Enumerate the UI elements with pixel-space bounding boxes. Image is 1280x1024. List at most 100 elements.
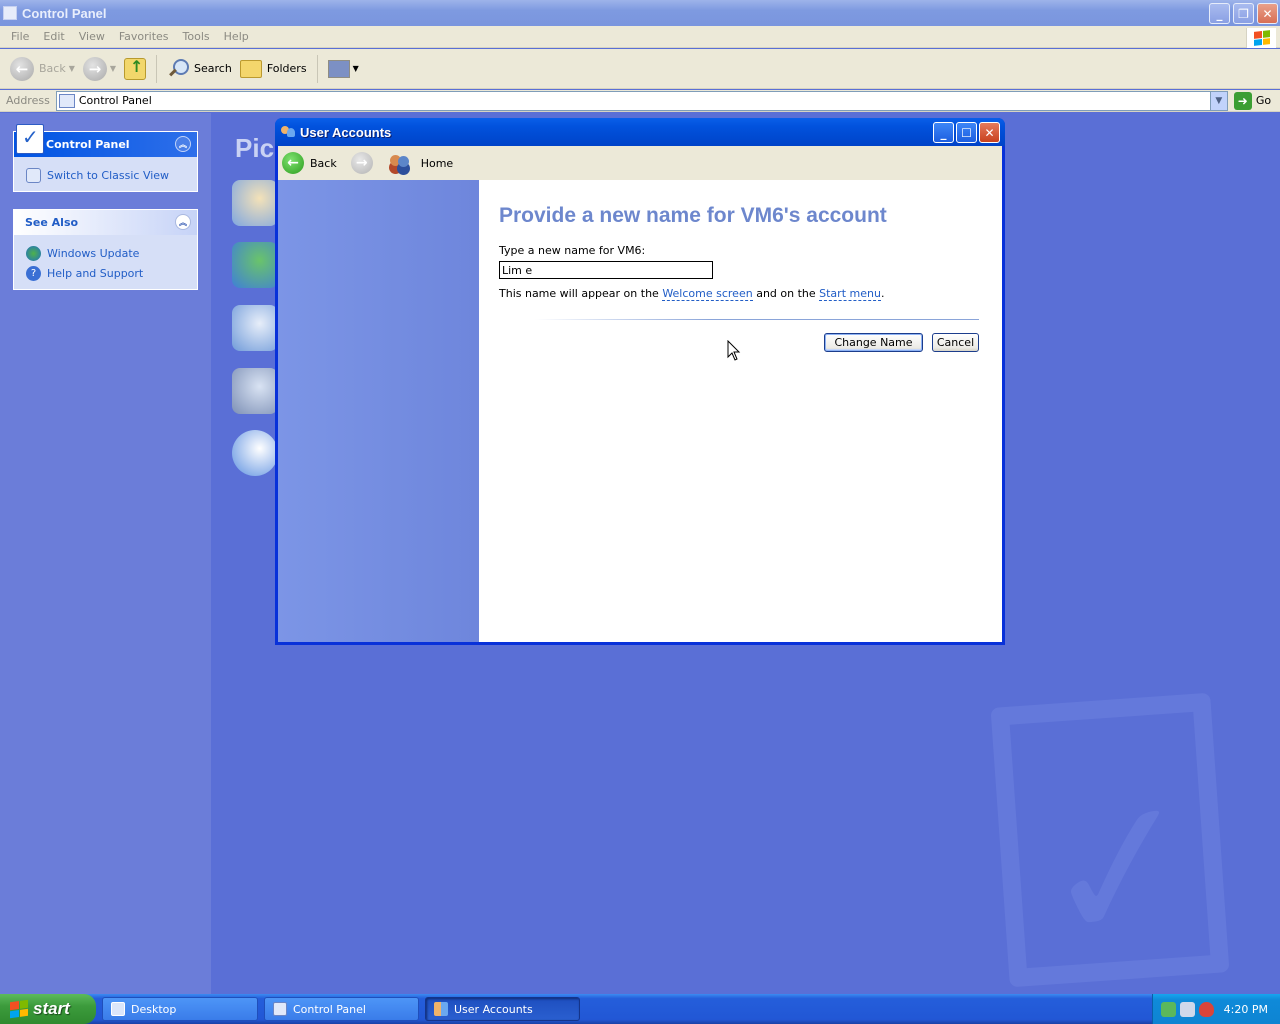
up-folder-icon xyxy=(124,57,147,80)
dialog-home-button[interactable]: Home xyxy=(389,153,453,173)
start-menu-link[interactable]: Start menu xyxy=(819,287,881,301)
dialog-close-button[interactable]: ✕ xyxy=(979,122,1000,143)
cancel-button[interactable]: Cancel xyxy=(932,333,979,352)
back-arrow-icon: ← xyxy=(10,56,34,81)
address-field[interactable]: Control Panel ▼ xyxy=(55,90,1228,111)
taskbar-item-control-panel[interactable]: Control Panel xyxy=(264,997,419,1021)
taskbar-item-label: Control Panel xyxy=(293,1002,366,1016)
windows-flag-icon xyxy=(10,999,28,1019)
collapse-chevron-icon[interactable]: ︽ xyxy=(175,214,191,230)
folders-label: Folders xyxy=(266,62,307,75)
menu-bar: File Edit View Favorites Tools Help xyxy=(0,26,1280,48)
control-panel-app-icon xyxy=(3,6,17,20)
name-hint-text: This name will appear on the Welcome scr… xyxy=(499,287,884,301)
taskbar-item-desktop[interactable]: Desktop xyxy=(102,997,258,1021)
dialog-minimize-button[interactable]: _ xyxy=(933,122,954,143)
control-panel-caption-buttons: _ ❐ ✕ xyxy=(1209,3,1278,24)
help-icon: ? xyxy=(26,265,41,281)
close-icon: ✕ xyxy=(1262,6,1273,21)
views-button[interactable]: ▼ xyxy=(324,53,363,85)
menu-favorites[interactable]: Favorites xyxy=(112,30,176,43)
folders-button[interactable]: Folders xyxy=(236,53,311,85)
address-value: Control Panel xyxy=(78,94,152,107)
programs-category-icon[interactable] xyxy=(232,305,278,351)
dialog-caption-buttons: _ ☐ ✕ xyxy=(933,122,1000,143)
users-tray-icon[interactable] xyxy=(1180,1001,1195,1017)
dialog-back-button[interactable]: ← Back xyxy=(282,152,337,174)
control-panel-title: Control Panel xyxy=(22,5,107,21)
network-tray-icon[interactable] xyxy=(1161,1001,1176,1017)
dialog-nav-bar: ← Back → Home xyxy=(278,146,1002,180)
dialog-maximize-button[interactable]: ☐ xyxy=(956,122,977,143)
dialog-forward-button[interactable]: → xyxy=(350,152,373,174)
taskbar-item-label: User Accounts xyxy=(454,1002,533,1016)
taskbar: start Desktop Control Panel User Account… xyxy=(0,994,1280,1024)
go-button[interactable]: ➜ Go xyxy=(1233,91,1271,110)
change-name-button[interactable]: Change Name xyxy=(824,333,923,352)
menu-help[interactable]: Help xyxy=(217,30,256,43)
views-dropdown-icon: ▼ xyxy=(352,64,359,73)
search-button[interactable]: Search xyxy=(163,53,236,85)
back-dropdown-icon[interactable]: ▼ xyxy=(69,64,75,73)
help-support-link[interactable]: ? Help and Support xyxy=(26,263,197,283)
menu-tools[interactable]: Tools xyxy=(176,30,217,43)
back-label: Back xyxy=(39,62,66,75)
folder-icon xyxy=(239,59,262,78)
start-label: start xyxy=(33,999,70,1018)
taskbar-item-user-accounts[interactable]: User Accounts xyxy=(425,997,580,1021)
control-panel-task-panel: Control Panel ︽ Switch to Classic View xyxy=(13,124,198,192)
go-arrow-icon: ➜ xyxy=(1233,91,1252,110)
watermark-checkmark-icon: ✓ xyxy=(1025,749,1214,992)
search-icon xyxy=(167,58,190,80)
close-button[interactable]: ✕ xyxy=(1257,3,1278,24)
menu-view[interactable]: View xyxy=(72,30,112,43)
system-tray: 4:20 PM xyxy=(1152,994,1280,1024)
menu-edit[interactable]: Edit xyxy=(36,30,71,43)
welcome-screen-link[interactable]: Welcome screen xyxy=(662,287,753,301)
restore-button[interactable]: ❐ xyxy=(1233,3,1254,24)
user-accounts-title: User Accounts xyxy=(300,124,392,140)
up-folder-button[interactable] xyxy=(120,53,150,85)
views-icon xyxy=(327,59,350,78)
see-also-title: See Also xyxy=(25,216,79,229)
category-heading: Pic xyxy=(235,133,275,163)
menu-file[interactable]: File xyxy=(4,30,36,43)
control-panel-panel-body: Switch to Classic View xyxy=(14,157,197,191)
clock[interactable]: 4:20 PM xyxy=(1224,1003,1268,1016)
forward-arrow-icon: → xyxy=(82,56,107,81)
control-panel-panel-header[interactable]: Control Panel ︽ xyxy=(14,124,197,157)
network-category-icon[interactable] xyxy=(232,242,278,288)
control-panel-large-icon xyxy=(16,124,44,154)
user-accounts-window: User Accounts _ ☐ ✕ ← Back → Home Provid… xyxy=(275,118,1005,645)
control-panel-icon xyxy=(58,93,75,108)
address-bar: Address Control Panel ▼ ➜ Go xyxy=(0,90,1280,112)
standard-toolbar: ← Back ▼ → ▼ Search Folders ▼ xyxy=(0,49,1280,89)
new-name-input[interactable] xyxy=(499,261,713,279)
back-arrow-icon: ← xyxy=(282,152,304,174)
display-category-icon[interactable] xyxy=(232,180,278,226)
close-icon: ✕ xyxy=(984,125,995,140)
forward-dropdown-icon[interactable]: ▼ xyxy=(110,64,116,73)
windows-flag-icon xyxy=(1246,28,1276,48)
address-dropdown-icon[interactable]: ▼ xyxy=(1209,91,1227,110)
minimize-button[interactable]: _ xyxy=(1209,3,1230,24)
user-accounts-icon xyxy=(434,1002,448,1016)
help-support-label: Help and Support xyxy=(47,266,144,280)
user-accounts-titlebar[interactable]: User Accounts _ ☐ ✕ xyxy=(275,118,1005,146)
switch-classic-view-link[interactable]: Switch to Classic View xyxy=(26,165,197,185)
control-panel-panel-title: Control Panel xyxy=(46,138,130,151)
forward-button[interactable]: → ▼ xyxy=(79,53,120,85)
windows-update-link[interactable]: Windows Update xyxy=(26,243,197,263)
collapse-chevron-icon[interactable]: ︽ xyxy=(175,136,191,152)
control-panel-titlebar[interactable]: Control Panel _ ❐ ✕ xyxy=(0,0,1280,26)
minimize-icon: _ xyxy=(940,125,947,140)
sounds-category-icon[interactable] xyxy=(232,368,278,414)
user-accounts-app-icon xyxy=(281,125,295,139)
search-label: Search xyxy=(194,62,232,75)
start-button[interactable]: start xyxy=(0,994,96,1024)
dialog-back-label: Back xyxy=(310,156,337,170)
security-shield-icon[interactable] xyxy=(1199,1001,1214,1017)
back-button[interactable]: ← Back ▼ xyxy=(6,53,79,85)
performance-category-icon[interactable] xyxy=(232,430,278,476)
see-also-header[interactable]: See Also ︽ xyxy=(14,210,197,235)
